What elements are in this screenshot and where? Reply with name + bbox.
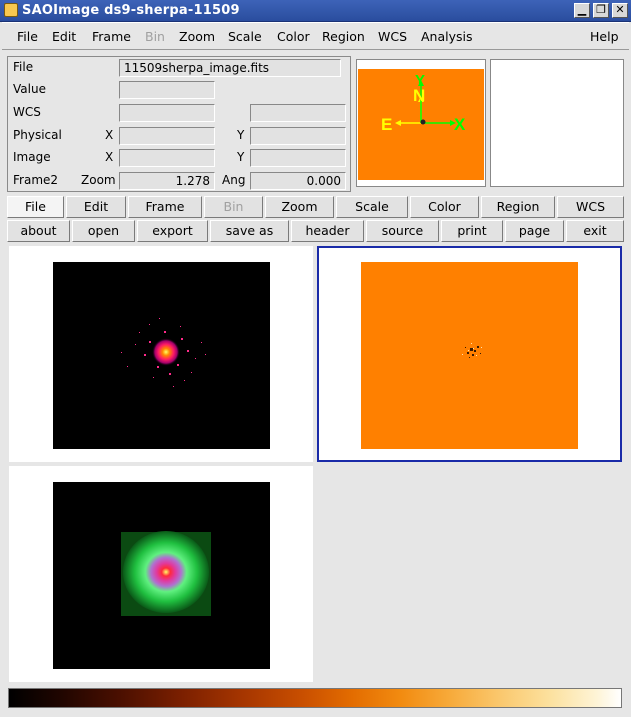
app-icon bbox=[4, 3, 18, 17]
source-marker bbox=[420, 119, 426, 125]
file-field: 11509sherpa_image.fits bbox=[119, 59, 341, 77]
physical-y-label: Y bbox=[237, 128, 245, 142]
menu-scale[interactable]: Scale bbox=[228, 29, 262, 44]
compass-y-label: Y bbox=[415, 72, 425, 89]
physical-label: Physical bbox=[13, 128, 62, 142]
zoom-field: 1.278 bbox=[119, 172, 215, 190]
image-x-field bbox=[119, 149, 215, 167]
close-button[interactable]: ✕ bbox=[612, 3, 628, 18]
button-bar-major: File Edit Frame Bin Zoom Scale Color Reg… bbox=[5, 196, 626, 218]
button-color[interactable]: Color bbox=[410, 196, 479, 218]
frame-label: Frame2 bbox=[13, 173, 59, 187]
menu-file[interactable]: File bbox=[17, 29, 38, 44]
maximize-button[interactable]: ❐ bbox=[593, 3, 609, 18]
image-label: Image bbox=[13, 150, 51, 164]
menu-wcs[interactable]: WCS bbox=[378, 29, 407, 44]
angle-field: 0.000 bbox=[250, 172, 346, 190]
button-open[interactable]: open bbox=[72, 220, 135, 242]
button-bin[interactable]: Bin bbox=[204, 196, 263, 218]
menu-help[interactable]: Help bbox=[590, 29, 619, 44]
button-edit[interactable]: Edit bbox=[66, 196, 126, 218]
menu-edit[interactable]: Edit bbox=[52, 29, 76, 44]
button-zoom[interactable]: Zoom bbox=[265, 196, 334, 218]
frame-2-image[interactable] bbox=[319, 248, 620, 460]
compass-x-label: X bbox=[454, 115, 466, 134]
menu-analysis[interactable]: Analysis bbox=[421, 29, 473, 44]
physical-x-field bbox=[119, 127, 215, 145]
button-about[interactable]: about bbox=[7, 220, 70, 242]
colorbar[interactable] bbox=[8, 688, 622, 708]
image-frame-1[interactable] bbox=[9, 246, 313, 462]
image-frame-3[interactable] bbox=[9, 466, 313, 682]
angle-label: Ang bbox=[222, 173, 246, 187]
frame-1-image[interactable] bbox=[9, 246, 313, 462]
panner-image[interactable]: N E X Y bbox=[357, 60, 485, 186]
image-frame-2[interactable] bbox=[317, 246, 622, 462]
window-title: SAOImage ds9-sherpa-11509 bbox=[22, 3, 240, 18]
physical-x-label: X bbox=[105, 128, 114, 142]
button-file[interactable]: File bbox=[7, 196, 64, 218]
magnifier bbox=[490, 59, 624, 187]
compass-east-label: E bbox=[381, 115, 392, 134]
menu-region[interactable]: Region bbox=[322, 29, 365, 44]
button-export[interactable]: export bbox=[137, 220, 208, 242]
frame-3-image[interactable] bbox=[9, 466, 313, 682]
image-y-label: Y bbox=[237, 150, 245, 164]
wcs-field-2 bbox=[250, 104, 346, 122]
panner[interactable]: N E X Y bbox=[356, 59, 486, 187]
value-field bbox=[119, 81, 215, 99]
button-exit[interactable]: exit bbox=[566, 220, 624, 242]
button-wcs[interactable]: WCS bbox=[557, 196, 624, 218]
minimize-button[interactable]: ▁ bbox=[574, 3, 590, 18]
button-header[interactable]: header bbox=[291, 220, 364, 242]
menu-bar: File Edit Frame Bin Zoom Scale Color Reg… bbox=[2, 22, 629, 50]
button-source[interactable]: source bbox=[366, 220, 439, 242]
image-y-field bbox=[250, 149, 346, 167]
value-label: Value bbox=[13, 82, 46, 96]
file-label: File bbox=[13, 60, 34, 74]
menu-color[interactable]: Color bbox=[277, 29, 310, 44]
button-frame[interactable]: Frame bbox=[128, 196, 202, 218]
button-print[interactable]: print bbox=[441, 220, 503, 242]
source-3 bbox=[123, 531, 209, 613]
wcs-field-1 bbox=[119, 104, 215, 122]
button-bar-minor: about open export save as header source … bbox=[5, 220, 626, 242]
source-1 bbox=[152, 338, 180, 366]
title-bar: SAOImage ds9-sherpa-11509 ▁ ❐ ✕ bbox=[0, 0, 631, 22]
info-panel: File 11509sherpa_image.fits Value WCS Ph… bbox=[7, 56, 351, 192]
menu-bin[interactable]: Bin bbox=[145, 29, 165, 44]
menu-zoom[interactable]: Zoom bbox=[179, 29, 215, 44]
menu-frame[interactable]: Frame bbox=[92, 29, 131, 44]
image-x-label: X bbox=[105, 150, 114, 164]
button-page[interactable]: page bbox=[505, 220, 564, 242]
physical-y-field bbox=[250, 127, 346, 145]
button-save-as[interactable]: save as bbox=[210, 220, 289, 242]
image-frames-area[interactable] bbox=[7, 244, 625, 684]
button-region[interactable]: Region bbox=[481, 196, 555, 218]
button-scale[interactable]: Scale bbox=[336, 196, 408, 218]
zoom-label: Zoom bbox=[81, 173, 116, 187]
wcs-label: WCS bbox=[13, 105, 41, 119]
